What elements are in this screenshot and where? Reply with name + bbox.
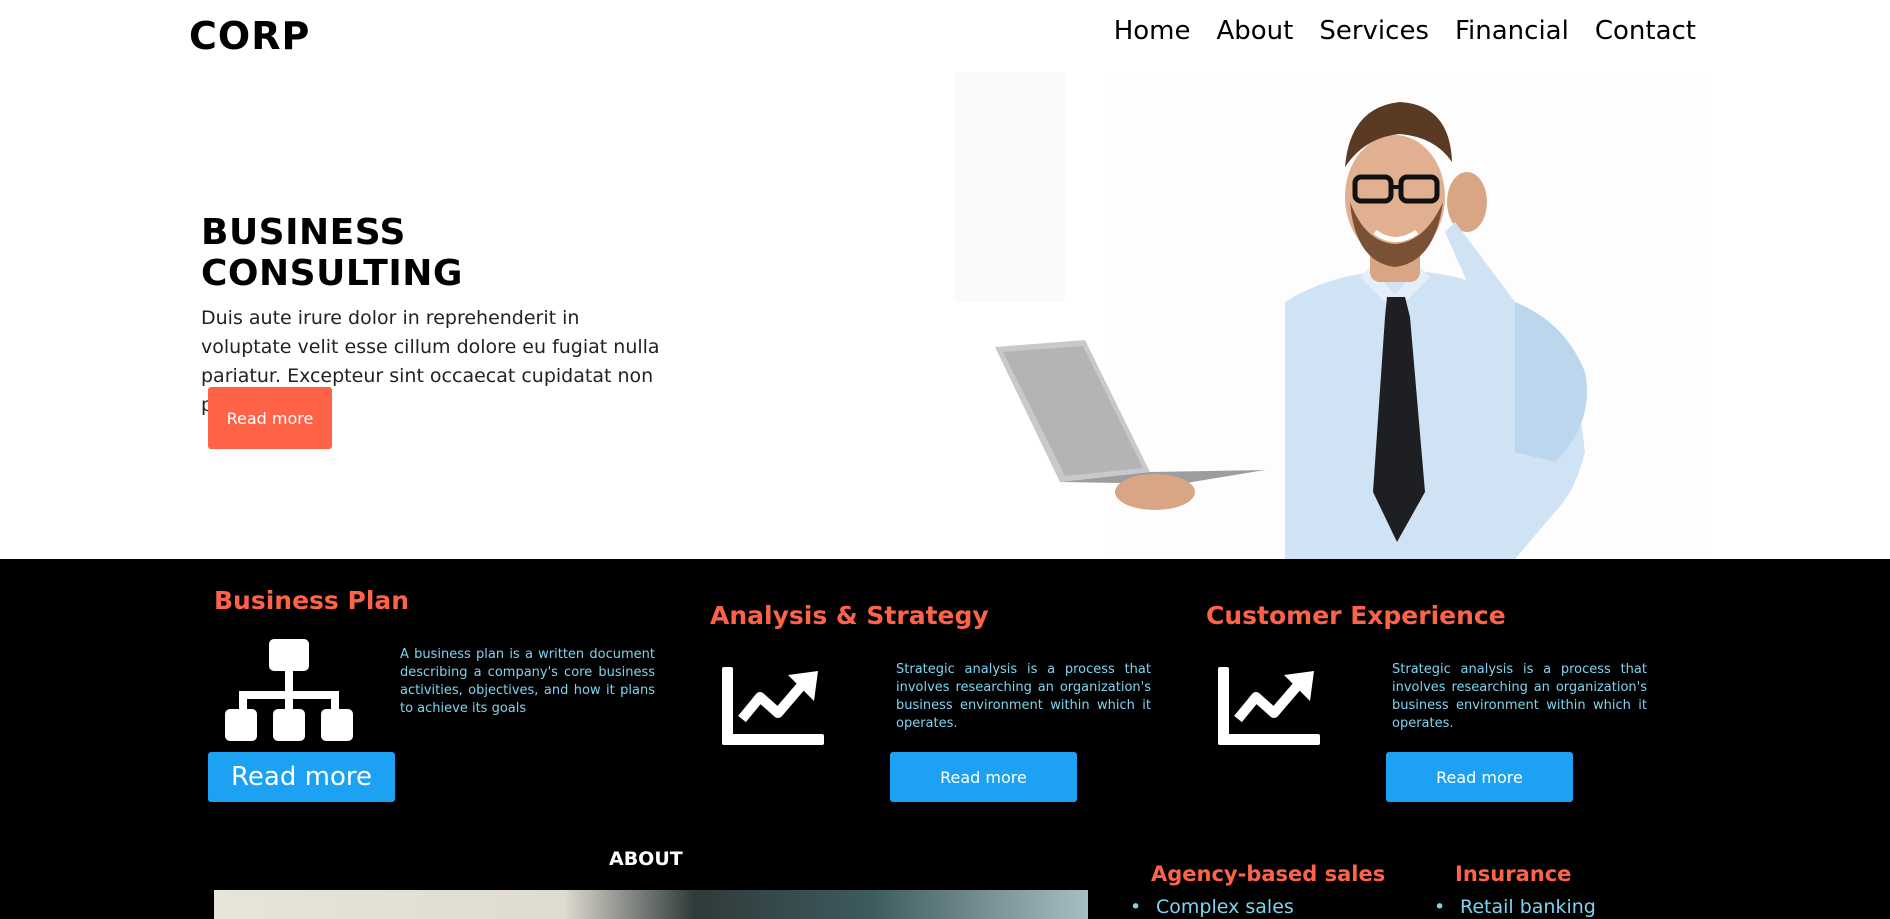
hero-read-more-button[interactable]: Read more — [208, 387, 332, 449]
service-description: Strategic analysis is a process that inv… — [896, 662, 1151, 731]
list-item[interactable]: Retail banking — [1434, 896, 1596, 918]
service-description: Strategic analysis is a process that inv… — [1392, 662, 1647, 731]
about-image — [214, 890, 1088, 919]
service-description: A business plan is a written document de… — [400, 647, 655, 716]
nav-home[interactable]: Home — [1114, 16, 1191, 46]
hero-section: BUSINESS CONSULTING Duis aute irure dolo… — [0, 72, 1890, 559]
nav-services[interactable]: Services — [1319, 16, 1429, 46]
service-title: Business Plan — [214, 586, 410, 615]
nav-about[interactable]: About — [1216, 16, 1293, 46]
logo[interactable]: CORP — [189, 14, 310, 58]
business-plan-read-more-button[interactable]: Read more — [208, 752, 395, 802]
list-item[interactable]: Complex sales — [1130, 896, 1294, 918]
service-title: Customer Experience — [1206, 601, 1506, 630]
hero-businessman-image — [955, 72, 1705, 559]
about-heading: ABOUT — [609, 848, 683, 870]
service-title: Analysis & Strategy — [710, 601, 989, 630]
customer-experience-read-more-button[interactable]: Read more — [1386, 752, 1573, 802]
column-title-insurance: Insurance — [1455, 862, 1572, 886]
nav-financial[interactable]: Financial — [1455, 16, 1569, 46]
main-nav: Home About Services Financial Contact — [1114, 16, 1696, 46]
hero-title: BUSINESS CONSULTING — [201, 212, 463, 294]
site-header: CORP Home About Services Financial Conta… — [0, 0, 1890, 72]
analysis-strategy-read-more-button[interactable]: Read more — [890, 752, 1077, 802]
trending-chart-icon — [1218, 667, 1320, 749]
nav-contact[interactable]: Contact — [1595, 16, 1696, 46]
trending-chart-icon — [722, 667, 824, 749]
column-title-agency-sales: Agency-based sales — [1151, 862, 1386, 886]
org-chart-icon — [225, 639, 353, 745]
